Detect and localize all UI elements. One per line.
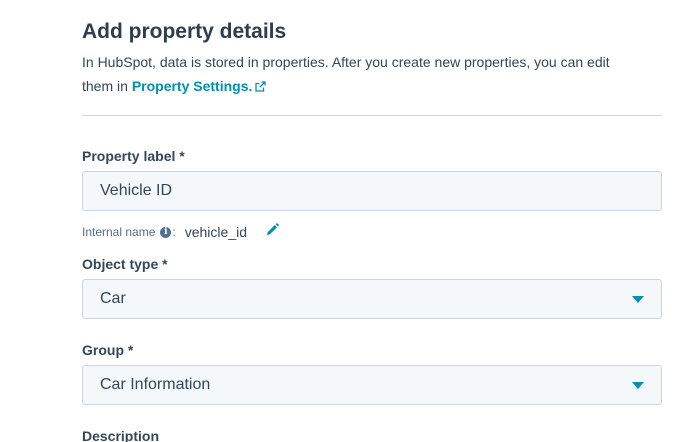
object-type-label: Object type *	[82, 256, 168, 272]
external-link-icon[interactable]	[255, 75, 267, 99]
internal-name-label: Internal name	[82, 225, 156, 239]
chevron-down-icon[interactable]	[632, 382, 644, 389]
page-title: Add property details	[82, 20, 287, 43]
chevron-down-icon[interactable]	[632, 296, 644, 303]
property-label-value: Vehicle ID	[100, 182, 173, 199]
intro-text: In HubSpot, data is stored in properties…	[82, 50, 667, 99]
intro-line-2-prefix: them in	[82, 78, 132, 94]
internal-name-row: Internal name i : vehicle_id	[82, 222, 279, 242]
group-select[interactable]: Car Information	[82, 365, 662, 405]
section-divider	[82, 115, 662, 116]
internal-name-value: vehicle_id	[184, 224, 247, 240]
group-value: Car Information	[100, 376, 211, 393]
group-label: Group *	[82, 342, 134, 358]
property-settings-link[interactable]: Property Settings.	[132, 78, 253, 94]
object-type-value: Car	[100, 290, 126, 307]
property-label-label: Property label *	[82, 148, 185, 164]
internal-name-colon: :	[172, 225, 176, 239]
info-icon[interactable]: i	[160, 226, 172, 238]
property-label-input[interactable]: Vehicle ID	[82, 171, 662, 211]
description-label: Description	[82, 428, 160, 442]
pencil-icon[interactable]	[265, 222, 279, 242]
intro-line-1: In HubSpot, data is stored in properties…	[82, 54, 610, 70]
add-property-details-panel: Add property details In HubSpot, data is…	[0, 0, 693, 442]
object-type-select[interactable]: Car	[82, 279, 662, 319]
